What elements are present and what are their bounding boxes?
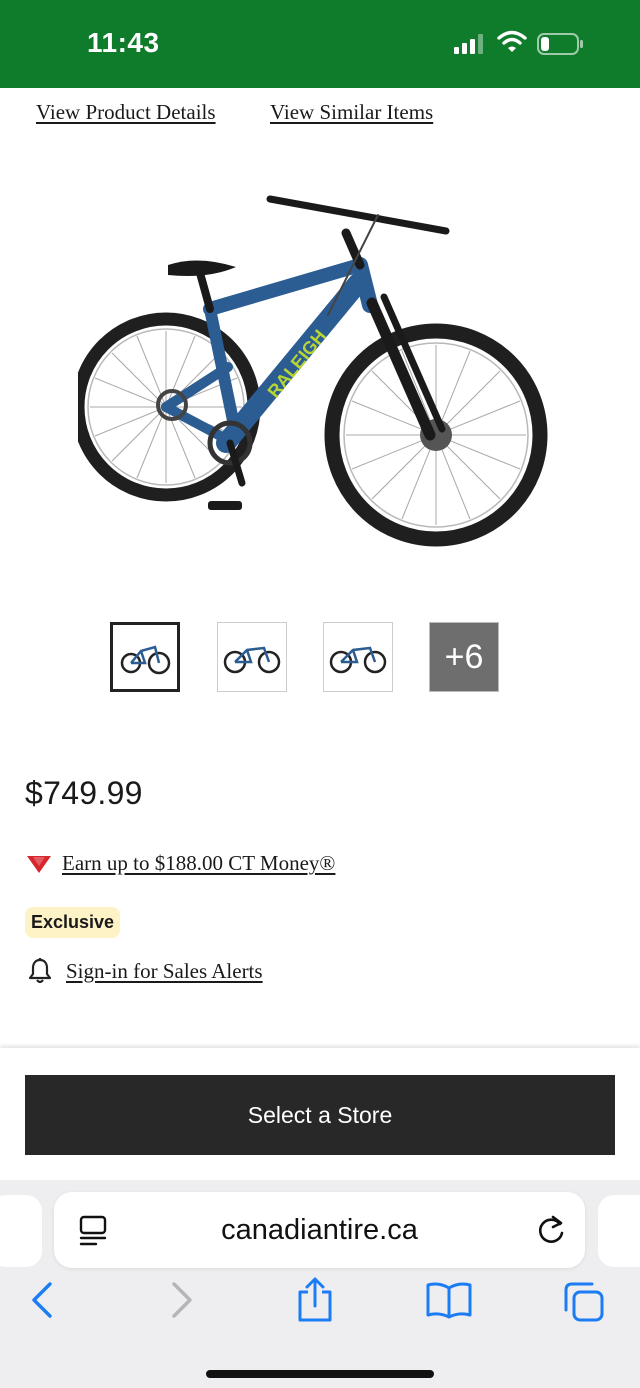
sales-alerts-row[interactable]: Sign-in for Sales Alerts xyxy=(28,957,263,985)
signal-icon xyxy=(454,34,483,54)
next-tab-preview[interactable] xyxy=(598,1195,640,1267)
bookmarks-icon[interactable] xyxy=(425,1280,473,1320)
front-fork xyxy=(366,293,446,441)
front-wheel xyxy=(324,323,548,547)
brand-mark: RALEIGH xyxy=(264,326,331,402)
address-bar[interactable]: canadiantire.ca xyxy=(54,1192,585,1268)
ct-money-row[interactable]: Earn up to $188.00 CT Money® xyxy=(26,851,335,876)
status-time: 11:43 xyxy=(87,27,160,58)
battery-icon xyxy=(537,33,583,55)
thumbnail-2[interactable] xyxy=(217,622,287,692)
bell-icon xyxy=(28,958,52,984)
forward-icon[interactable] xyxy=(166,1280,196,1320)
url-text: canadiantire.ca xyxy=(221,1214,418,1246)
view-similar-items-link[interactable]: View Similar Items xyxy=(270,100,433,125)
thumbnail-1[interactable] xyxy=(110,622,180,692)
more-images-thumbnail[interactable]: +6 xyxy=(429,622,499,692)
product-image[interactable]: RALEIGH xyxy=(78,185,558,605)
wifi-icon xyxy=(497,30,527,52)
share-icon[interactable] xyxy=(296,1276,334,1324)
reload-icon[interactable] xyxy=(534,1212,568,1248)
tabs-icon[interactable] xyxy=(562,1280,606,1324)
status-bar: 11:43 xyxy=(0,0,640,88)
thumbnail-3[interactable] xyxy=(323,622,393,692)
product-price: $749.99 xyxy=(25,775,143,811)
previous-tab-preview[interactable] xyxy=(0,1195,42,1267)
exclusive-badge: Exclusive xyxy=(25,907,121,938)
view-product-details-link[interactable]: View Product Details xyxy=(36,100,216,125)
ct-triangle-icon xyxy=(27,855,51,873)
select-store-button[interactable]: Select a Store xyxy=(25,1075,615,1155)
sales-alerts-link[interactable]: Sign-in for Sales Alerts xyxy=(66,959,263,984)
home-indicator xyxy=(206,1370,434,1378)
sticky-action-panel: Select a Store xyxy=(0,1048,640,1180)
ct-money-link[interactable]: Earn up to $188.00 CT Money® xyxy=(62,851,335,876)
back-icon[interactable] xyxy=(28,1280,58,1320)
browser-toolbar: canadiantire.ca xyxy=(0,1180,640,1388)
